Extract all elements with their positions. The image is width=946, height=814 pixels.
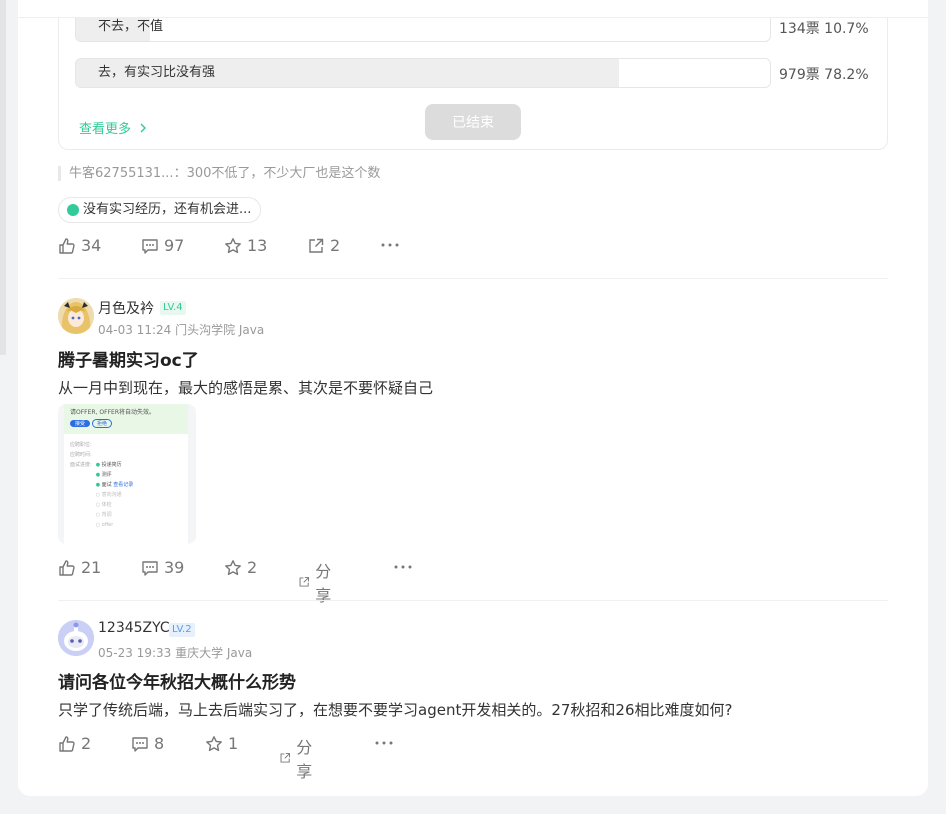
like-button[interactable]: 21	[58, 558, 101, 577]
username[interactable]: 12345ZYC	[98, 620, 170, 636]
post-meta: 04-03 11:24 门头沟学院 Java	[98, 323, 265, 337]
share-label: 分享	[315, 562, 332, 605]
post-title[interactable]: 请问各位今年秋招大概什么形势	[58, 668, 296, 693]
comment-icon	[142, 238, 158, 254]
star-icon	[225, 237, 241, 253]
thumb-label: 面试进度:	[70, 462, 92, 468]
comment-count: 97	[164, 236, 185, 255]
poll-option-2[interactable]: 去，有实习比没有强	[75, 58, 771, 88]
thumbs-up-icon	[59, 735, 75, 752]
topic-icon	[67, 204, 79, 216]
share-button[interactable]: 分享	[279, 734, 318, 782]
post-body[interactable]: 从一月中到现在，最大的感悟是累、其次是不要怀疑自己	[58, 377, 433, 398]
star-icon	[206, 735, 222, 751]
username[interactable]: 月色及衿	[98, 298, 154, 318]
more-icon	[394, 565, 412, 569]
thumb-step: ○ 意向沟通	[95, 492, 122, 498]
thumb-step: ○ offer	[95, 522, 114, 528]
like-count: 34	[81, 236, 102, 255]
post-meta: 05-23 19:33 重庆大学 Java	[98, 646, 253, 660]
accept-chip: 接受	[70, 420, 91, 427]
divider	[58, 600, 888, 601]
share-button[interactable]: 2	[307, 236, 340, 255]
avatar[interactable]	[58, 298, 94, 334]
thumb-step: ● 面试 查看记录	[95, 482, 134, 488]
topic-tag[interactable]: 没有实习经历，还有机会进...	[58, 197, 262, 223]
avatar-anime-image	[58, 298, 94, 334]
share-label: 分享	[296, 738, 313, 781]
more-button[interactable]	[380, 236, 405, 254]
thumb-step: ○ 体检	[95, 502, 112, 508]
left-gutter	[0, 0, 8, 814]
share-icon	[280, 753, 291, 763]
level-badge: LV.4	[160, 301, 186, 315]
level-badge: LV.2	[169, 623, 195, 637]
star-button[interactable]: 1	[205, 734, 238, 753]
divider	[58, 278, 888, 279]
star-icon	[225, 559, 241, 575]
scroll-track	[0, 0, 6, 355]
thumbs-up-icon	[59, 237, 75, 254]
comment-count: 39	[164, 558, 185, 577]
star-count: 1	[228, 734, 239, 753]
comment-button[interactable]: 97	[141, 236, 184, 255]
poll-option-result: 979票 78.2%	[779, 67, 869, 83]
poll-option-label: 去，有实习比没有强	[98, 65, 216, 80]
avatar[interactable]	[58, 620, 94, 656]
reject-chip: 拒绝	[91, 419, 112, 428]
share-icon	[309, 238, 324, 253]
star-count: 13	[247, 236, 268, 255]
top-header-edge	[18, 0, 928, 18]
like-count: 2	[81, 734, 92, 753]
star-button[interactable]: 2	[224, 558, 257, 577]
star-count: 2	[247, 558, 258, 577]
offer-screenshot: 请OFFER, OFFER将自动失效。 接受 拒绝 应聘职位: 应聘时间: 面试…	[64, 404, 188, 544]
offer-notice-text: 请OFFER, OFFER将自动失效。	[70, 409, 155, 416]
thumbs-up-icon	[59, 559, 75, 576]
thumb-step: ● 投递简历	[95, 462, 122, 468]
post-image[interactable]: 请OFFER, OFFER将自动失效。 接受 拒绝 应聘职位: 应聘时间: 面试…	[58, 404, 196, 544]
more-button[interactable]	[393, 558, 418, 576]
comment-icon	[142, 560, 158, 576]
poll-ended-button[interactable]: 已结束	[425, 104, 521, 140]
more-icon	[375, 741, 393, 745]
offer-notice: 请OFFER, OFFER将自动失效。 接受 拒绝	[64, 404, 188, 434]
comment-count: 8	[154, 734, 165, 753]
post-title[interactable]: 腾子暑期实习oc了	[58, 346, 199, 371]
thumb-label: 应聘职位:	[70, 442, 92, 448]
topic-label: 没有实习经历，还有机会进...	[83, 202, 252, 217]
post-body[interactable]: 只学了传统后端，马上去后端实习了，在想要不要学习agent开发相关的。27秋招和…	[58, 699, 732, 720]
like-button[interactable]: 34	[58, 236, 101, 255]
like-button[interactable]: 2	[58, 734, 91, 753]
like-count: 21	[81, 558, 102, 577]
more-button[interactable]	[374, 734, 399, 752]
thumb-label: 应聘时间:	[70, 452, 92, 458]
more-icon	[381, 243, 399, 247]
hot-comment[interactable]: 牛客62755131...：300不低了，不少大厂也是这个数	[58, 166, 380, 181]
poll-option-result: 134票 10.7%	[779, 21, 869, 37]
star-button[interactable]: 13	[224, 236, 267, 255]
comment-button[interactable]: 8	[131, 734, 164, 753]
share-button[interactable]: 分享	[298, 558, 337, 606]
share-count: 2	[330, 236, 341, 255]
thumb-step: ○ 背调	[95, 512, 112, 518]
see-more-link[interactable]: 查看更多	[79, 118, 148, 137]
thumb-step: ● 测评	[95, 472, 112, 478]
see-more-label: 查看更多	[79, 122, 132, 137]
comment-icon	[132, 736, 148, 752]
avatar-robot-image	[58, 620, 94, 656]
chevron-right-icon	[140, 123, 147, 133]
share-icon	[299, 577, 310, 587]
comment-button[interactable]: 39	[141, 558, 184, 577]
